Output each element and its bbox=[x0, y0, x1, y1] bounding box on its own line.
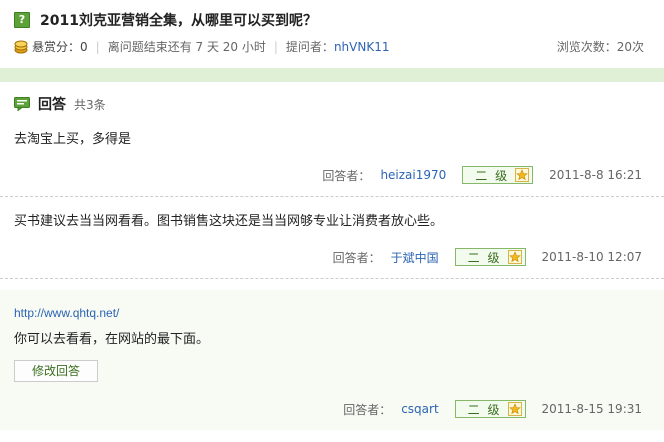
question-meta: 悬赏分： 0 | 离问题结束还有 7 天 20 小时 | 提问者： nhVNK1… bbox=[14, 38, 389, 55]
answerer-label: 回答者： bbox=[322, 168, 371, 183]
section-divider bbox=[0, 68, 664, 82]
answers-header: 回答 共3条 bbox=[14, 94, 106, 114]
answer-separator bbox=[0, 196, 664, 197]
answer-date: 2011-8-10 12:07 bbox=[541, 250, 643, 264]
star-icon bbox=[515, 168, 530, 182]
question-header: ? 2011刘克亚营销全集，从哪里可以买到呢？ bbox=[14, 10, 317, 30]
question-title: 2011刘克亚营销全集，从哪里可以买到呢？ bbox=[40, 13, 317, 29]
answerer-link[interactable]: heizai1970 bbox=[380, 168, 446, 182]
level-text: 二 级 bbox=[467, 250, 502, 265]
answers-title: 回答 bbox=[38, 97, 66, 113]
coin-icon bbox=[14, 40, 28, 53]
level-text: 二 级 bbox=[475, 168, 510, 183]
level-badge[interactable]: 二 级 bbox=[454, 400, 526, 418]
answer-footer: 回答者： 于斌中国 二 级 2011-8-10 12:07 bbox=[333, 248, 642, 266]
answers-count: 共3条 bbox=[74, 97, 106, 112]
answer-link[interactable]: http://www.qhtq.net/ bbox=[14, 306, 119, 320]
answer-date: 2011-8-15 19:31 bbox=[541, 402, 643, 416]
answer-text: 你可以去看看，在网站的最下面。 bbox=[14, 332, 210, 347]
level-badge[interactable]: 二 级 bbox=[462, 166, 534, 184]
time-left: 离问题结束还有 7 天 20 小时 bbox=[107, 40, 266, 54]
answerer-link[interactable]: csqart bbox=[401, 402, 438, 416]
level-badge[interactable]: 二 级 bbox=[454, 248, 526, 266]
answer-text: 买书建议去当当网看看。图书销售这块还是当当网够专业让消费者放心些。 bbox=[14, 214, 444, 229]
view-count: 浏览次数：20次 bbox=[556, 40, 644, 54]
answer-separator bbox=[0, 278, 664, 279]
answer-footer: 回答者： csqart 二 级 2011-8-15 19:31 bbox=[343, 400, 642, 418]
answerer-label: 回答者： bbox=[332, 250, 381, 265]
answerer-link[interactable]: 于斌中国 bbox=[391, 249, 439, 266]
edit-answer-button[interactable]: 修改回答 bbox=[14, 360, 98, 382]
bounty-value: 0 bbox=[80, 39, 88, 54]
star-icon bbox=[507, 250, 522, 264]
speech-bubble-icon bbox=[14, 97, 30, 111]
answerer-label: 回答者： bbox=[343, 402, 392, 417]
level-text: 二 级 bbox=[467, 402, 502, 417]
answer-text: 去淘宝上买，多得是 bbox=[14, 132, 132, 147]
asker-label: 提问者： bbox=[285, 40, 334, 54]
bounty-label: 悬赏分： bbox=[32, 40, 81, 54]
asker-link[interactable]: nhVNK11 bbox=[334, 40, 390, 54]
answer-date: 2011-8-8 16:21 bbox=[549, 168, 642, 182]
star-icon bbox=[507, 402, 522, 416]
question-mark-icon: ? bbox=[14, 12, 30, 28]
separator: | bbox=[273, 39, 278, 54]
answer-footer: 回答者： heizai1970 二 级 2011-8-8 16:21 bbox=[322, 166, 642, 184]
separator: | bbox=[95, 39, 100, 54]
